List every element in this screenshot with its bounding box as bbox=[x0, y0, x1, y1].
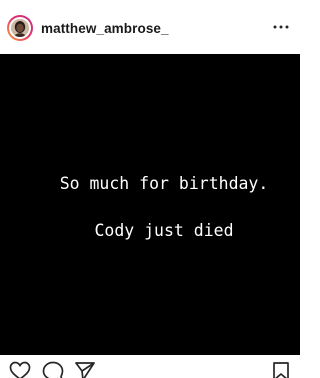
post-image[interactable]: So much for birthday. Cody just died bbox=[0, 54, 300, 355]
avatar[interactable] bbox=[11, 19, 29, 37]
share-button[interactable] bbox=[74, 361, 96, 378]
post-text-line-1: So much for birthday. bbox=[59, 174, 269, 193]
instagram-post: matthew_ambrose_ So much for birthday. C… bbox=[0, 0, 300, 378]
bookmark-icon bbox=[273, 362, 289, 378]
more-horizontal-icon bbox=[273, 25, 289, 29]
post-text-line-2: Cody just died bbox=[94, 221, 234, 240]
comment-icon bbox=[42, 361, 64, 378]
story-ring[interactable] bbox=[7, 15, 33, 41]
save-button[interactable] bbox=[270, 361, 292, 378]
post-header: matthew_ambrose_ bbox=[0, 0, 300, 54]
avatar-image bbox=[11, 19, 29, 37]
username[interactable]: matthew_ambrose_ bbox=[41, 21, 169, 36]
share-icon bbox=[75, 362, 95, 378]
action-bar bbox=[0, 355, 300, 378]
more-options-button[interactable] bbox=[270, 18, 292, 36]
avatar-border bbox=[9, 17, 31, 39]
heart-icon bbox=[9, 361, 31, 378]
comment-button[interactable] bbox=[42, 361, 64, 378]
like-button[interactable] bbox=[9, 361, 31, 378]
